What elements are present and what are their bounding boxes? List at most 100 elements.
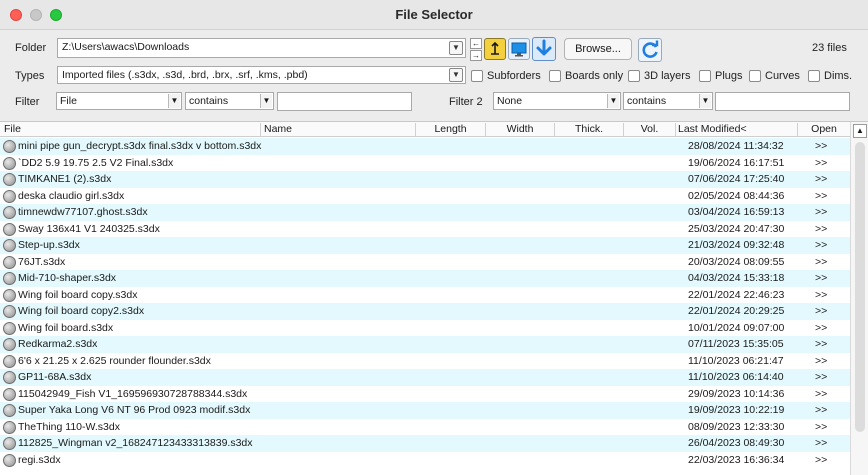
filter-field-select[interactable]: File ▼ (56, 92, 182, 110)
column-header-thick[interactable]: Thick. (555, 123, 624, 137)
browse-button[interactable]: Browse... (564, 38, 632, 60)
file-name: timnewdw77107.ghost.s3dx (18, 206, 148, 218)
column-header-name[interactable]: Name (261, 123, 416, 137)
subfolders-checkbox[interactable] (471, 70, 483, 82)
column-header-file[interactable]: File (4, 123, 261, 137)
3d-layers-checkbox[interactable] (628, 70, 640, 82)
board-file-icon (3, 239, 16, 252)
table-row[interactable]: timnewdw77107.ghost.s3dx 03/04/2024 16:59… (0, 204, 850, 221)
table-row[interactable]: TheThing 110-W.s3dx 08/09/2023 12:33:30 >> (0, 418, 850, 435)
refresh-button[interactable] (638, 38, 662, 62)
open-button[interactable]: >> (815, 421, 827, 433)
open-button[interactable]: >> (815, 256, 827, 268)
board-file-icon (3, 437, 16, 450)
file-name: deska claudio girl.s3dx (18, 189, 125, 202)
open-button[interactable]: >> (815, 272, 827, 284)
board-file-icon (3, 321, 16, 335)
open-button[interactable]: >> (815, 322, 827, 334)
table-row[interactable]: TIMKANE1 (2).s3dx 07/06/2024 17:25:40 >> (0, 171, 850, 188)
file-modified: 29/09/2023 10:14:36 (688, 387, 785, 400)
chevron-down-icon: ▼ (699, 94, 711, 108)
file-modified: 08/09/2023 12:33:30 (688, 420, 785, 433)
desktop-button[interactable] (508, 38, 530, 60)
curves-checkbox[interactable] (749, 70, 761, 82)
column-header-length[interactable]: Length (416, 123, 486, 137)
dims-label: Dims. (824, 70, 853, 82)
open-button[interactable]: >> (815, 289, 827, 301)
open-button[interactable]: >> (815, 338, 827, 350)
table-row[interactable]: `DD2 5.9 19.75 2.5 V2 Final.s3dx 19/06/20… (0, 154, 850, 171)
board-file-icon (3, 156, 16, 170)
column-header-width[interactable]: Width (486, 123, 555, 137)
table-row[interactable]: Wing foil board copy2.s3dx 22/01/2024 20:… (0, 303, 850, 320)
open-button[interactable]: >> (815, 157, 827, 169)
file-table: File Name Length Width Thick. Vol. Last … (0, 121, 868, 475)
board-file-icon (3, 222, 16, 236)
open-button[interactable]: >> (815, 437, 827, 449)
file-name: GP11-68A.s3dx (18, 371, 92, 383)
file-name: 76JT.s3dx (18, 255, 66, 268)
folder-path-field[interactable]: Z:\Users\awacs\Downloads (57, 38, 466, 58)
folder-dropdown-button[interactable]: ▼ (449, 41, 463, 55)
file-modified: 19/06/2024 16:17:51 (688, 156, 785, 169)
parent-folder-button[interactable] (484, 38, 506, 60)
filter-field-value: File (60, 95, 77, 107)
downloads-button[interactable] (532, 37, 556, 61)
filter-value-input[interactable] (277, 92, 412, 111)
table-row[interactable]: Wing foil board copy.s3dx 22/01/2024 22:4… (0, 286, 850, 303)
board-file-icon (3, 189, 16, 203)
back-arrow-icon[interactable]: ← (470, 38, 482, 49)
open-button[interactable]: >> (815, 140, 827, 152)
table-row[interactable]: Mid-710-shaper.s3dx 04/03/2024 15:33:18 >> (0, 270, 850, 287)
open-button[interactable]: >> (815, 305, 827, 317)
types-dropdown-button[interactable]: ▼ (449, 68, 463, 82)
table-row[interactable]: Wing foil board.s3dx 10/01/2024 09:07:00 >… (0, 319, 850, 336)
filter2-value-input[interactable] (715, 92, 850, 111)
open-button[interactable]: >> (815, 223, 827, 235)
vertical-scrollbar[interactable]: ▲ (850, 122, 868, 475)
chevron-down-icon: ▼ (607, 94, 619, 108)
boards-only-checkbox[interactable] (549, 70, 561, 82)
open-button[interactable]: >> (815, 454, 827, 466)
column-header-last-modified[interactable]: Last Modified< (676, 123, 798, 137)
forward-arrow-icon[interactable]: → (470, 50, 482, 61)
file-name: Wing foil board copy.s3dx (18, 288, 138, 301)
table-row[interactable]: Redkarma2.s3dx 07/11/2023 15:35:05 >> (0, 336, 850, 353)
table-row[interactable]: 76JT.s3dx 20/03/2024 08:09:55 >> (0, 253, 850, 270)
open-button[interactable]: >> (815, 404, 827, 416)
open-button[interactable]: >> (815, 173, 827, 185)
open-button[interactable]: >> (815, 388, 827, 400)
filter2-op-select[interactable]: contains ▼ (623, 92, 713, 110)
board-file-icon (3, 387, 16, 401)
types-select[interactable]: Imported files (.s3dx, .s3d, .brd, .brx,… (57, 66, 466, 84)
column-header-vol[interactable]: Vol. (624, 123, 676, 137)
file-name: Super Yaka Long V6 NT 96 Prod 0923 modif… (18, 404, 251, 416)
open-button[interactable]: >> (815, 190, 827, 202)
open-button[interactable]: >> (815, 355, 827, 367)
dims-checkbox[interactable] (808, 70, 820, 82)
table-row[interactable]: Step-up.s3dx 21/03/2024 09:32:48 >> (0, 237, 850, 254)
table-row[interactable]: deska claudio girl.s3dx 02/05/2024 08:44:… (0, 187, 850, 204)
column-header-open[interactable]: Open (798, 123, 850, 137)
open-button[interactable]: >> (815, 239, 827, 251)
plugs-label: Plugs (715, 70, 743, 82)
table-row[interactable]: regi.s3dx 22/03/2023 16:36:34 >> (0, 451, 850, 468)
filter2-field-select[interactable]: None ▼ (493, 92, 621, 110)
file-modified: 19/09/2023 10:22:19 (688, 404, 785, 416)
scroll-up-icon[interactable]: ▲ (853, 124, 867, 138)
plugs-checkbox[interactable] (699, 70, 711, 82)
table-row[interactable]: 112825_Wingman v2_168247123433313839.s3d… (0, 435, 850, 452)
table-row[interactable]: mini pipe gun_decrypt.s3dx final.s3dx v … (0, 138, 850, 155)
table-row[interactable]: Super Yaka Long V6 NT 96 Prod 0923 modif… (0, 402, 850, 419)
table-row[interactable]: Sway 136x41 V1 240325.s3dx 25/03/2024 20:… (0, 220, 850, 237)
filter-label: Filter (15, 96, 40, 108)
file-name: regi.s3dx (18, 453, 61, 466)
open-button[interactable]: >> (815, 206, 827, 218)
open-button[interactable]: >> (815, 371, 827, 383)
table-row[interactable]: 6'6 x 21.25 x 2.625 rounder flounder.s3d… (0, 352, 850, 369)
table-row[interactable]: GP11-68A.s3dx 11/10/2023 06:14:40 >> (0, 369, 850, 386)
table-row[interactable]: 115042949_Fish V1_169596930728788344.s3d… (0, 385, 850, 402)
scroll-thumb[interactable] (855, 142, 865, 432)
title-bar: File Selector (0, 0, 868, 30)
filter-op-select[interactable]: contains ▼ (185, 92, 274, 110)
